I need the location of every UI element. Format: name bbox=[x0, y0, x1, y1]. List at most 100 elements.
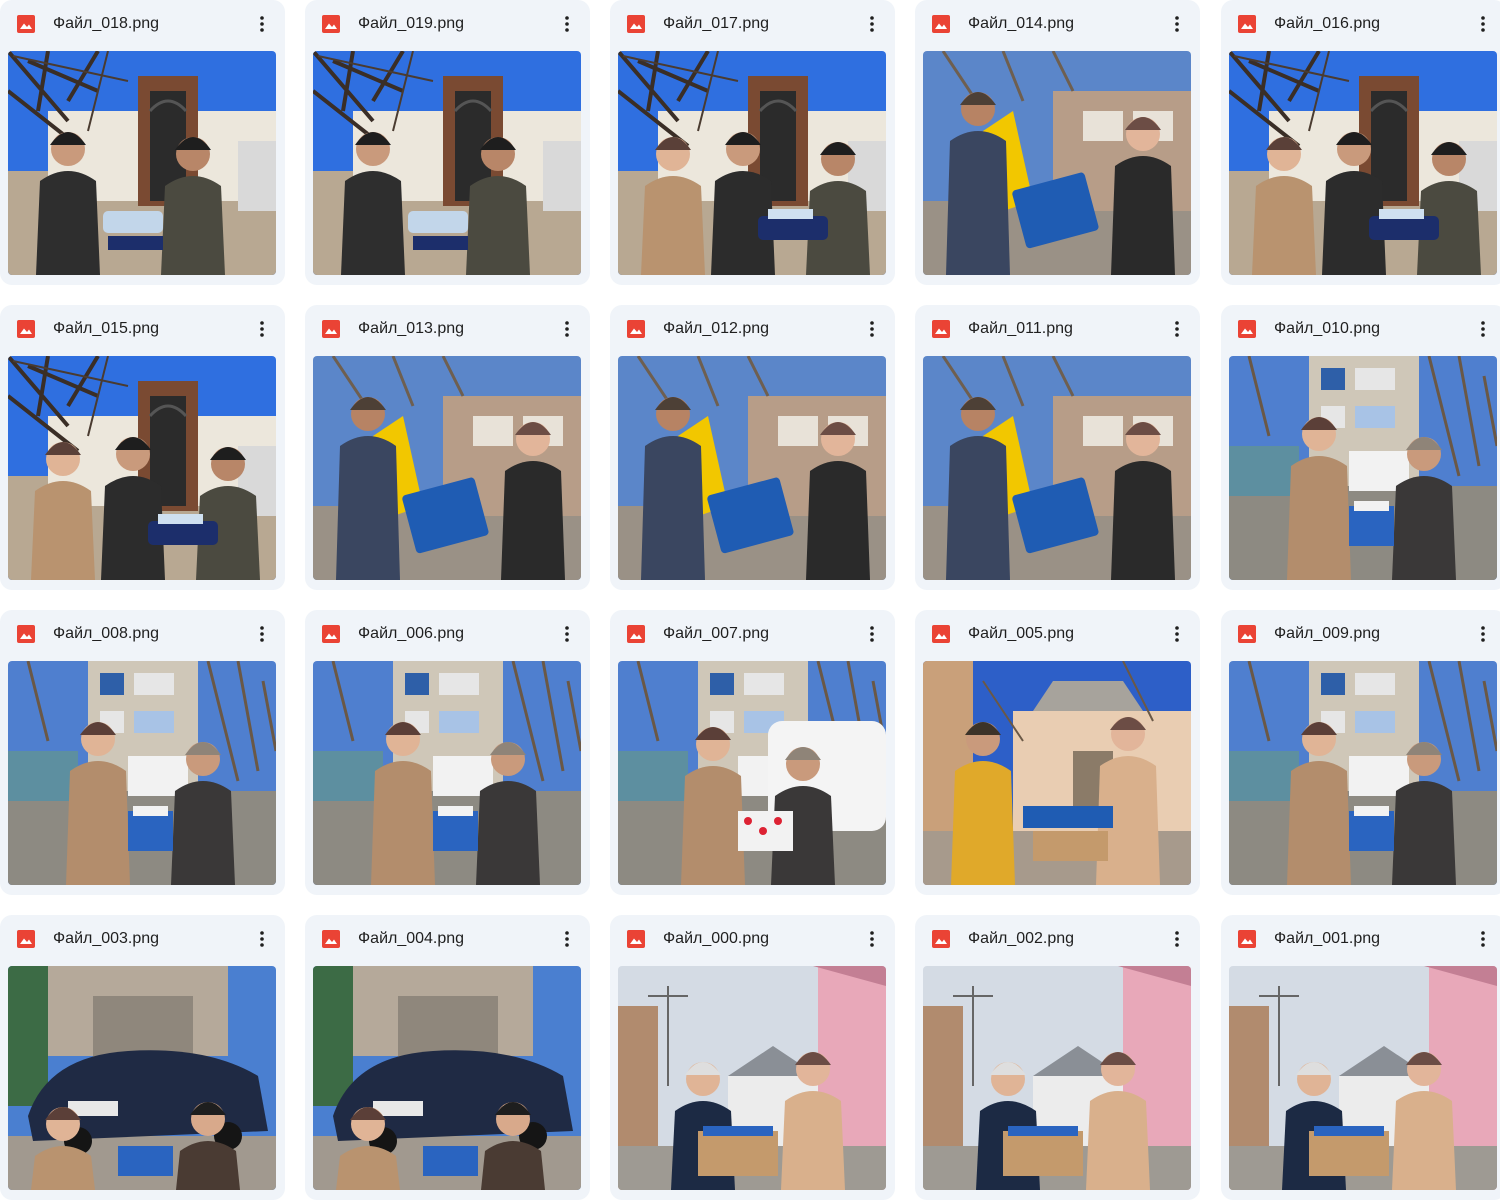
file-name[interactable]: Файл_003.png bbox=[53, 929, 159, 949]
file-card-header: Файл_017.png bbox=[610, 0, 895, 50]
file-thumbnail[interactable] bbox=[313, 356, 581, 580]
more-vert-icon[interactable] bbox=[553, 10, 581, 38]
file-card-header: Файл_011.png bbox=[915, 305, 1200, 355]
file-thumbnail[interactable] bbox=[1229, 661, 1497, 885]
file-name[interactable]: Файл_010.png bbox=[1274, 319, 1380, 339]
file-name[interactable]: Файл_016.png bbox=[1274, 14, 1380, 34]
file-thumbnail[interactable] bbox=[923, 661, 1191, 885]
more-vert-icon[interactable] bbox=[1163, 925, 1191, 953]
file-name[interactable]: Файл_001.png bbox=[1274, 929, 1380, 949]
file-card[interactable]: Файл_009.png bbox=[1221, 610, 1500, 895]
file-thumbnail[interactable] bbox=[8, 51, 276, 275]
more-vert-icon[interactable] bbox=[553, 620, 581, 648]
file-card[interactable]: Файл_001.png bbox=[1221, 915, 1500, 1200]
file-card-header: Файл_010.png bbox=[1221, 305, 1500, 355]
file-card[interactable]: Файл_004.png bbox=[305, 915, 590, 1200]
more-vert-icon[interactable] bbox=[858, 620, 886, 648]
more-vert-icon[interactable] bbox=[553, 315, 581, 343]
file-card-header: Файл_013.png bbox=[305, 305, 590, 355]
file-thumbnail[interactable] bbox=[618, 356, 886, 580]
image-file-icon bbox=[322, 930, 340, 948]
more-vert-icon[interactable] bbox=[858, 10, 886, 38]
file-card[interactable]: Файл_012.png bbox=[610, 305, 895, 590]
file-thumbnail[interactable] bbox=[313, 966, 581, 1190]
more-vert-icon[interactable] bbox=[248, 10, 276, 38]
file-name[interactable]: Файл_013.png bbox=[358, 319, 464, 339]
more-vert-icon[interactable] bbox=[1163, 10, 1191, 38]
file-name[interactable]: Файл_018.png bbox=[53, 14, 159, 34]
file-name[interactable]: Файл_014.png bbox=[968, 14, 1074, 34]
file-card[interactable]: Файл_011.png bbox=[915, 305, 1200, 590]
file-name[interactable]: Файл_004.png bbox=[358, 929, 464, 949]
file-card-header: Файл_014.png bbox=[915, 0, 1200, 50]
image-file-icon bbox=[322, 15, 340, 33]
file-card[interactable]: Файл_019.png bbox=[305, 0, 590, 285]
file-card[interactable]: Файл_016.png bbox=[1221, 0, 1500, 285]
file-name[interactable]: Файл_019.png bbox=[358, 14, 464, 34]
more-vert-icon[interactable] bbox=[1469, 10, 1497, 38]
file-name[interactable]: Файл_006.png bbox=[358, 624, 464, 644]
file-name[interactable]: Файл_008.png bbox=[53, 624, 159, 644]
file-card[interactable]: Файл_002.png bbox=[915, 915, 1200, 1200]
file-name[interactable]: Файл_000.png bbox=[663, 929, 769, 949]
file-card[interactable]: Файл_014.png bbox=[915, 0, 1200, 285]
file-card[interactable]: Файл_007.png bbox=[610, 610, 895, 895]
file-name[interactable]: Файл_012.png bbox=[663, 319, 769, 339]
file-card[interactable]: Файл_000.png bbox=[610, 915, 895, 1200]
more-vert-icon[interactable] bbox=[858, 925, 886, 953]
file-thumbnail[interactable] bbox=[313, 661, 581, 885]
file-card[interactable]: Файл_006.png bbox=[305, 610, 590, 895]
more-vert-icon[interactable] bbox=[1469, 925, 1497, 953]
file-card[interactable]: Файл_015.png bbox=[0, 305, 285, 590]
file-card-header: Файл_019.png bbox=[305, 0, 590, 50]
file-thumbnail[interactable] bbox=[618, 51, 886, 275]
file-thumbnail[interactable] bbox=[8, 966, 276, 1190]
file-thumbnail[interactable] bbox=[618, 966, 886, 1190]
file-name[interactable]: Файл_017.png bbox=[663, 14, 769, 34]
file-name[interactable]: Файл_009.png bbox=[1274, 624, 1380, 644]
file-name[interactable]: Файл_015.png bbox=[53, 319, 159, 339]
more-vert-icon[interactable] bbox=[248, 925, 276, 953]
more-vert-icon[interactable] bbox=[1163, 620, 1191, 648]
file-card-header: Файл_008.png bbox=[0, 610, 285, 660]
image-file-icon bbox=[932, 320, 950, 338]
image-file-icon bbox=[627, 15, 645, 33]
file-card-header: Файл_006.png bbox=[305, 610, 590, 660]
file-card[interactable]: Файл_010.png bbox=[1221, 305, 1500, 590]
file-name[interactable]: Файл_005.png bbox=[968, 624, 1074, 644]
file-card-header: Файл_007.png bbox=[610, 610, 895, 660]
file-thumbnail[interactable] bbox=[8, 661, 276, 885]
file-thumbnail[interactable] bbox=[8, 356, 276, 580]
more-vert-icon[interactable] bbox=[248, 620, 276, 648]
file-card[interactable]: Файл_005.png bbox=[915, 610, 1200, 895]
file-card[interactable]: Файл_008.png bbox=[0, 610, 285, 895]
file-card[interactable]: Файл_013.png bbox=[305, 305, 590, 590]
file-name[interactable]: Файл_002.png bbox=[968, 929, 1074, 949]
file-thumbnail[interactable] bbox=[313, 51, 581, 275]
more-vert-icon[interactable] bbox=[248, 315, 276, 343]
file-card-header: Файл_003.png bbox=[0, 915, 285, 965]
more-vert-icon[interactable] bbox=[1469, 620, 1497, 648]
file-thumbnail[interactable] bbox=[1229, 51, 1497, 275]
image-file-icon bbox=[1238, 930, 1256, 948]
more-vert-icon[interactable] bbox=[553, 925, 581, 953]
file-thumbnail[interactable] bbox=[1229, 966, 1497, 1190]
file-thumbnail[interactable] bbox=[923, 51, 1191, 275]
file-card-header: Файл_018.png bbox=[0, 0, 285, 50]
file-card[interactable]: Файл_003.png bbox=[0, 915, 285, 1200]
file-thumbnail[interactable] bbox=[1229, 356, 1497, 580]
file-thumbnail[interactable] bbox=[923, 356, 1191, 580]
file-card-header: Файл_015.png bbox=[0, 305, 285, 355]
image-file-icon bbox=[932, 15, 950, 33]
more-vert-icon[interactable] bbox=[858, 315, 886, 343]
more-vert-icon[interactable] bbox=[1469, 315, 1497, 343]
file-card[interactable]: Файл_017.png bbox=[610, 0, 895, 285]
file-thumbnail[interactable] bbox=[923, 966, 1191, 1190]
file-thumbnail[interactable] bbox=[618, 661, 886, 885]
file-name[interactable]: Файл_011.png bbox=[968, 319, 1073, 339]
file-name[interactable]: Файл_007.png bbox=[663, 624, 769, 644]
file-card[interactable]: Файл_018.png bbox=[0, 0, 285, 285]
image-file-icon bbox=[1238, 320, 1256, 338]
file-card-header: Файл_001.png bbox=[1221, 915, 1500, 965]
more-vert-icon[interactable] bbox=[1163, 315, 1191, 343]
